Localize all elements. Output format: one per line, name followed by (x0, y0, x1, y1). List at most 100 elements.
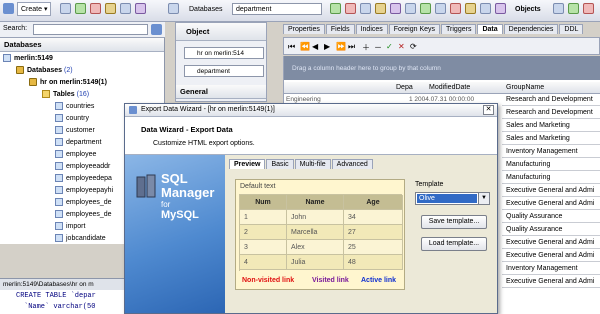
tab-fields[interactable]: Fields (325, 24, 355, 34)
nav-delete-icon[interactable]: － (374, 42, 382, 53)
tab-triggers[interactable]: Triggers (441, 24, 477, 34)
nav-first-icon[interactable]: ⏮ (288, 42, 295, 52)
toolbar-icon-2[interactable] (75, 3, 86, 14)
toolbar-icon-13[interactable] (420, 3, 431, 14)
toolbar-icon-6[interactable] (135, 3, 146, 14)
create-button[interactable]: Create ▾ (17, 2, 52, 16)
tree-table-item[interactable]: jobcandidate (55, 233, 106, 244)
tree-table-item[interactable]: employeepayhi (55, 185, 113, 196)
grid-cell[interactable]: Manufacturing (502, 159, 600, 171)
toolbar-icon-10[interactable] (375, 3, 386, 14)
tab-data[interactable]: Data (477, 24, 503, 34)
toolbar-icon-3[interactable] (90, 3, 101, 14)
tree-tables[interactable]: Tables (16) (42, 89, 89, 100)
toolbar-icon-21[interactable] (583, 3, 594, 14)
tab-indices[interactable]: Indices (355, 24, 388, 34)
tree-table-item[interactable]: employees_de (55, 197, 112, 208)
tab-basic[interactable]: Basic (266, 159, 294, 169)
nav-cancel-icon[interactable]: ✕ (398, 42, 405, 51)
tree-table-item[interactable]: import (55, 221, 85, 232)
objects-label[interactable]: Objects (515, 6, 541, 13)
tab-properties[interactable]: Properties (283, 24, 325, 34)
tab-multi-file[interactable]: Multi-file (294, 159, 331, 169)
col-header-groupname[interactable]: GroupName (506, 84, 544, 91)
tab-advanced[interactable]: Advanced (331, 159, 373, 169)
col-header-modifieddate[interactable]: ModifiedDate (429, 84, 470, 91)
table-icon (55, 174, 63, 183)
toolbar-icon-20[interactable] (568, 3, 579, 14)
preview-cell: 25 (344, 240, 403, 255)
chevron-down-icon[interactable]: ▼ (478, 193, 489, 204)
nav-next-icon[interactable]: ▶ (324, 42, 330, 51)
nav-post-icon[interactable]: ✓ (386, 42, 393, 51)
tree-table-item[interactable]: customer (55, 125, 95, 136)
grid-cell[interactable]: Sales and Marketing (502, 120, 600, 132)
object-table-select[interactable]: department (184, 65, 264, 77)
tree-table-item[interactable]: country (55, 113, 89, 124)
save-template-button[interactable]: Save template... (421, 215, 487, 229)
tab-preview[interactable]: Preview (229, 159, 266, 169)
general-section-title[interactable]: General (176, 85, 266, 99)
nav-refresh-icon[interactable]: ⟳ (410, 42, 417, 51)
tree-table-item[interactable]: department (55, 137, 101, 148)
grid-cell[interactable]: Inventory Management (502, 146, 600, 158)
grid-cell[interactable]: Quality Assurance (502, 211, 600, 223)
toolbar-icon-19[interactable] (553, 3, 564, 14)
nav-last-icon[interactable]: ⏭ (348, 42, 355, 52)
toolbar-icon-12[interactable] (405, 3, 416, 14)
tree-table-item[interactable]: employees_de (55, 209, 112, 220)
grid-cell[interactable]: Executive General and Admi (502, 185, 600, 197)
tree-table-item[interactable]: employee (55, 149, 96, 160)
sql-line-1[interactable]: CREATE TABLE `depar (16, 292, 96, 300)
toolbar-icon-8[interactable] (345, 3, 356, 14)
toolbar-icon-back[interactable] (168, 3, 179, 14)
grid-cell[interactable]: Executive General and Admi (502, 250, 600, 262)
grid-cell[interactable]: Research and Development (502, 107, 600, 119)
dialog-titlebar[interactable]: Export Data Wizard - [hr on merlin:5149(… (125, 104, 497, 117)
sql-line-2[interactable]: `Name` varchar(50 (24, 303, 95, 311)
tree-table-item[interactable]: employeedepa (55, 173, 112, 184)
nav-prev-page-icon[interactable]: ⏪ (300, 42, 310, 51)
grid-cell[interactable]: Research and Development (502, 94, 600, 106)
toolbar-icon-18[interactable] (495, 3, 506, 14)
close-icon[interactable]: ✕ (483, 105, 494, 115)
search-input[interactable] (33, 24, 148, 35)
tree-table-item[interactable]: countries (55, 101, 94, 112)
template-select[interactable]: Olive ▼ (415, 192, 490, 205)
toolbar-icon-9[interactable] (360, 3, 371, 14)
load-template-button[interactable]: Load template... (421, 237, 487, 251)
grid-cell[interactable]: Executive General and Admi (502, 198, 600, 210)
toolbar-icon-5[interactable] (120, 3, 131, 14)
search-go-icon[interactable] (151, 24, 162, 35)
nav-prev-icon[interactable]: ◀ (312, 42, 318, 51)
grid-cell[interactable]: Manufacturing (502, 172, 600, 184)
grid-cell[interactable]: Quality Assurance (502, 224, 600, 236)
toolbar-icon-17[interactable] (480, 3, 491, 14)
toolbar-icon-16[interactable] (465, 3, 476, 14)
app-icon[interactable] (3, 3, 14, 14)
tree-databases[interactable]: Databases (2) (16, 65, 73, 76)
tree-host[interactable]: hr on merlin:5149(1) (29, 77, 107, 88)
nav-insert-icon[interactable]: ＋ (362, 42, 370, 53)
tab-dependencies[interactable]: Dependencies (503, 24, 559, 34)
grid-cell[interactable]: Sales and Marketing (502, 133, 600, 145)
grid-cell[interactable]: Executive General and Admi (502, 237, 600, 249)
table-label: country (66, 115, 89, 122)
toolbar-icon-11[interactable] (390, 3, 401, 14)
toolbar-icon-1[interactable] (60, 3, 71, 14)
template-select-value: Olive (417, 194, 477, 203)
toolbar-icon-15[interactable] (450, 3, 461, 14)
grid-cell[interactable]: Inventory Management (502, 263, 600, 275)
tree-server[interactable]: merlin:5149 (3, 53, 53, 64)
toolbar-icon-14[interactable] (435, 3, 446, 14)
toolbar-icon-4[interactable] (105, 3, 116, 14)
grid-cell[interactable]: Executive General and Admi (502, 276, 600, 288)
col-header-depa[interactable]: Depa (396, 84, 413, 91)
toolbar-icon-7[interactable] (330, 3, 341, 14)
tab-ddl[interactable]: DDL (559, 24, 584, 34)
database-selector[interactable]: department (232, 3, 322, 15)
tab-foreign-keys[interactable]: Foreign Keys (388, 24, 441, 34)
object-db-select[interactable]: hr on merlin:514 (184, 47, 264, 59)
nav-next-page-icon[interactable]: ⏩ (336, 42, 346, 51)
tree-table-item[interactable]: employeeaddr (55, 161, 110, 172)
